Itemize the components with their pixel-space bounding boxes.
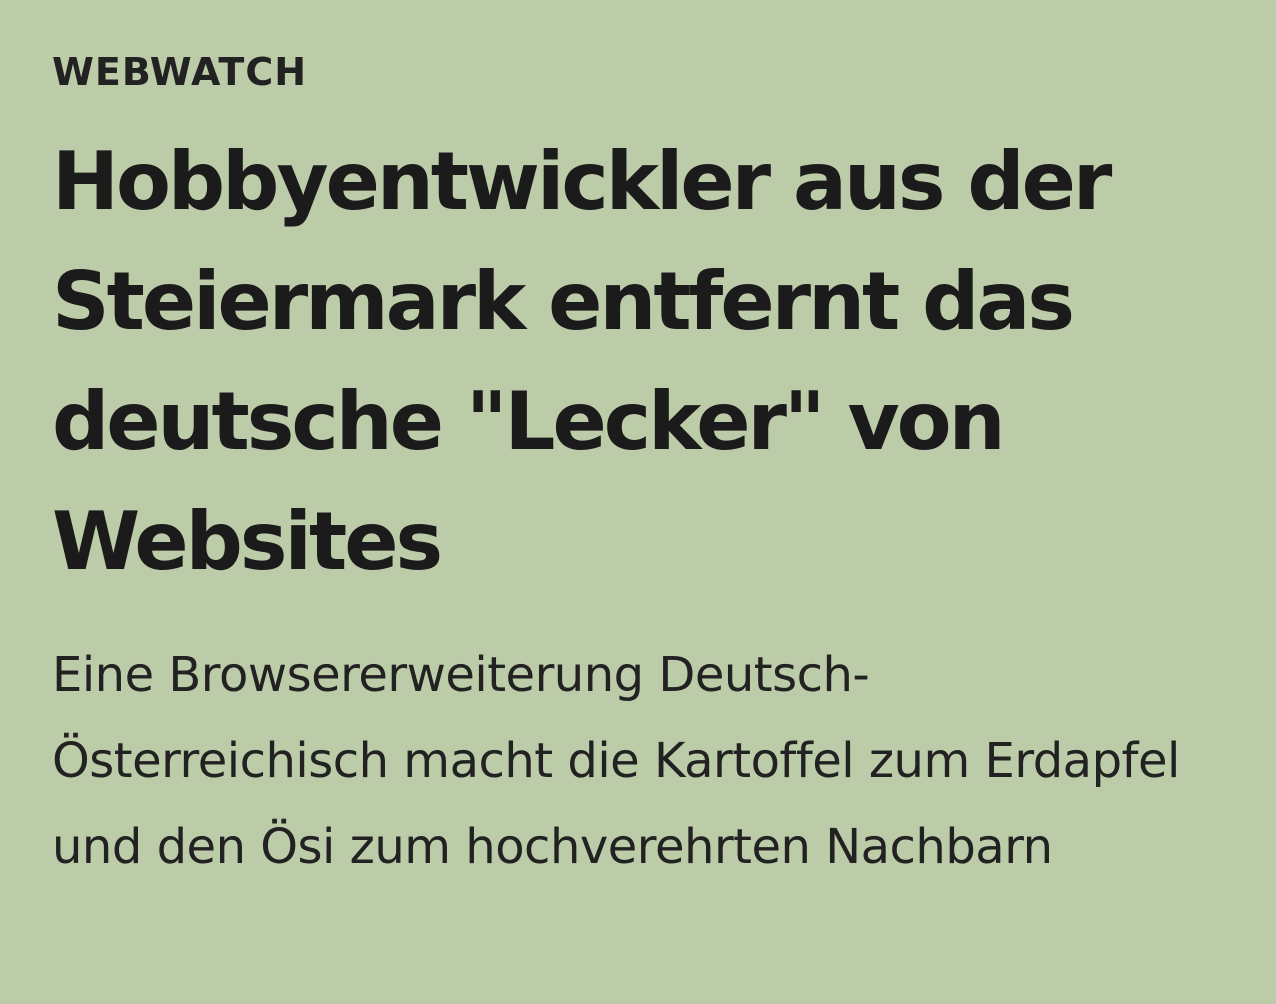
- section-kicker: WEBWATCH: [52, 50, 308, 94]
- article-headline: Hobbyentwickler aus der Steiermark entfe…: [52, 135, 1112, 588]
- article-subheadline: Eine Browsererweiterung Deutsch-Österrei…: [52, 647, 1180, 875]
- article-header: WEBWATCH Hobbyentwickler aus der Steierm…: [0, 0, 1276, 1004]
